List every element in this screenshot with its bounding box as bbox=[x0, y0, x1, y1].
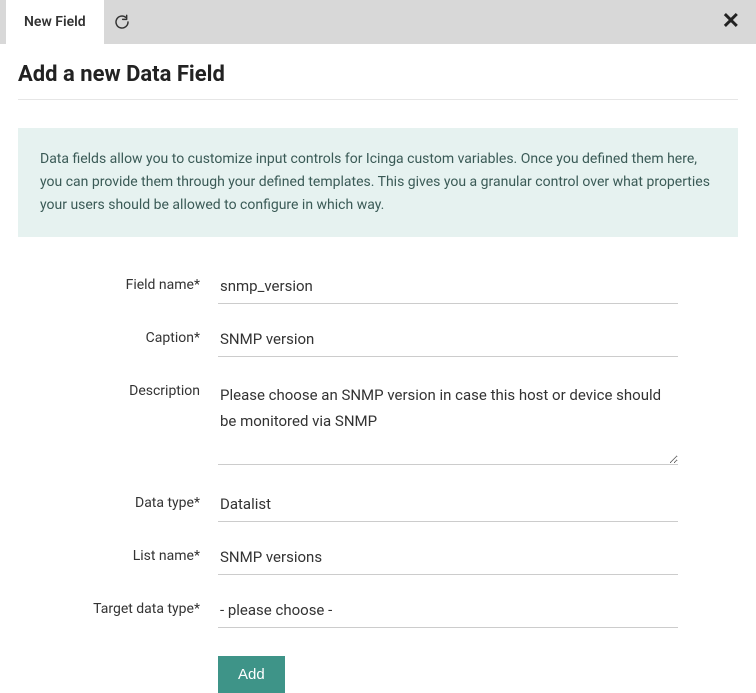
data-type-select[interactable]: Datalist bbox=[218, 489, 678, 522]
tab-bar: New Field ✕ bbox=[0, 0, 756, 44]
label-data-type: Data type* bbox=[18, 489, 218, 511]
tab-label: New Field bbox=[24, 14, 86, 30]
target-data-type-select[interactable]: - please choose - bbox=[218, 595, 678, 628]
add-button[interactable]: Add bbox=[218, 656, 285, 693]
data-field-form: Field name* Caption* Description Please … bbox=[18, 271, 738, 693]
close-icon[interactable]: ✕ bbox=[722, 11, 740, 33]
page-title: Add a new Data Field bbox=[18, 62, 738, 87]
label-target-data-type: Target data type* bbox=[18, 595, 218, 617]
page-content: Add a new Data Field Data fields allow y… bbox=[0, 44, 756, 693]
row-data-type: Data type* Datalist bbox=[18, 489, 738, 522]
tab-actions bbox=[104, 0, 140, 44]
field-name-input[interactable] bbox=[218, 271, 678, 304]
label-field-name: Field name* bbox=[18, 271, 218, 293]
description-input[interactable]: Please choose an SNMP version in case th… bbox=[218, 377, 678, 465]
list-name-select[interactable]: SNMP versions bbox=[218, 542, 678, 575]
row-caption: Caption* bbox=[18, 324, 738, 357]
label-caption: Caption* bbox=[18, 324, 218, 346]
caption-input[interactable] bbox=[218, 324, 678, 357]
row-description: Description Please choose an SNMP versio… bbox=[18, 377, 738, 469]
title-rule bbox=[18, 99, 738, 100]
info-box: Data fields allow you to customize input… bbox=[18, 128, 738, 237]
refresh-icon[interactable] bbox=[114, 14, 130, 30]
row-list-name: List name* SNMP versions bbox=[18, 542, 738, 575]
label-list-name: List name* bbox=[18, 542, 218, 564]
row-target-data-type: Target data type* - please choose - bbox=[18, 595, 738, 628]
row-field-name: Field name* bbox=[18, 271, 738, 304]
label-description: Description bbox=[18, 377, 218, 399]
tab-new-field[interactable]: New Field bbox=[6, 0, 104, 44]
